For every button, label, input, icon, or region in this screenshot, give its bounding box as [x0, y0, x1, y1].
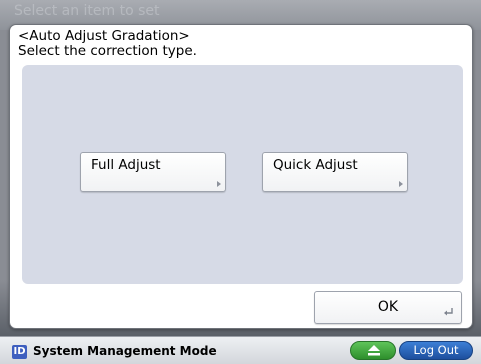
ok-button[interactable]: OK	[314, 291, 462, 324]
dialog-title: <Auto Adjust Gradation>	[18, 28, 190, 44]
triangle-right-icon	[399, 181, 403, 187]
eject-button[interactable]	[350, 341, 396, 360]
return-arrow-icon	[444, 308, 453, 316]
full-adjust-label: Full Adjust	[91, 157, 161, 173]
system-mode-text: System Management Mode	[33, 344, 217, 358]
background-header-text: Select an item to set	[14, 3, 160, 19]
ok-label: OK	[377, 299, 399, 315]
quick-adjust-label: Quick Adjust	[273, 157, 358, 173]
dialog-subtitle: Select the correction type.	[18, 43, 197, 59]
id-badge-icon: ID	[12, 345, 27, 359]
quick-adjust-button[interactable]: Quick Adjust	[262, 152, 408, 192]
eject-icon	[368, 345, 380, 356]
full-adjust-button[interactable]: Full Adjust	[80, 152, 226, 192]
logout-button[interactable]: Log Out	[399, 341, 473, 360]
triangle-right-icon	[217, 181, 221, 187]
